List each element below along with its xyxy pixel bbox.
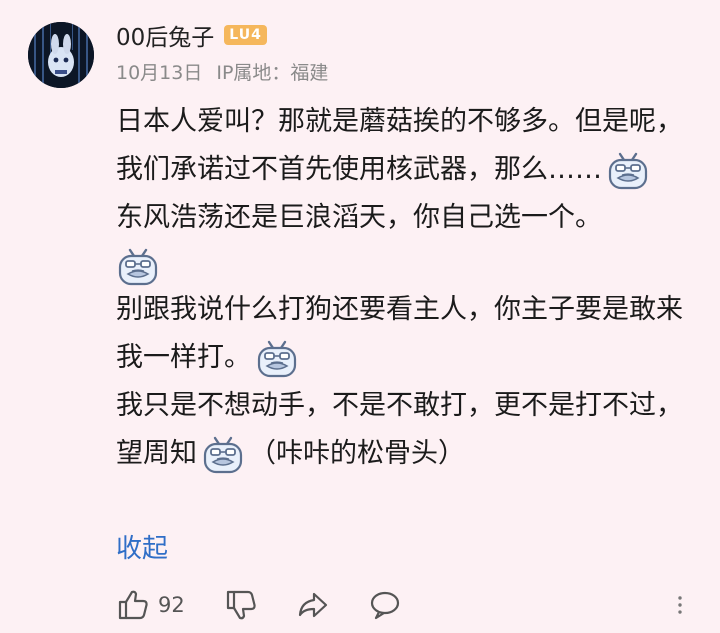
comment-date: 10月13日 bbox=[116, 62, 203, 84]
share-button[interactable] bbox=[296, 588, 330, 622]
level-badge: LU4 bbox=[224, 25, 267, 45]
like-count: 92 bbox=[158, 593, 185, 617]
avatar[interactable] bbox=[28, 22, 94, 88]
comment-text: 东风浩荡还是巨浪滔天，你自己选一个。 bbox=[116, 202, 602, 233]
comment-meta: 10月13日 IP属地：福建 bbox=[116, 58, 328, 85]
comment-text: 别跟我说什么打狗还要看主人，你主子要是敢来我一样打。 bbox=[116, 294, 683, 373]
like-button[interactable]: 92 bbox=[116, 588, 185, 622]
speech-bubble-icon bbox=[370, 591, 400, 620]
dislike-button[interactable] bbox=[224, 588, 258, 622]
tv-mascot-emoji bbox=[608, 152, 648, 189]
ip-location: IP属地：福建 bbox=[216, 62, 329, 84]
tv-mascot-emoji bbox=[203, 436, 243, 473]
comment-header: 00后兔子 LU4 bbox=[116, 18, 267, 52]
tv-mascot-emoji bbox=[118, 248, 158, 285]
comment-text: 日本人爱叫？那就是蘑菇挨的不够多。但是呢，我们承诺过不首先使用核武器，那么…… bbox=[116, 106, 683, 185]
share-arrow-icon bbox=[298, 592, 328, 618]
collapse-link[interactable]: 收起 bbox=[116, 528, 168, 565]
comment-paragraph: 别跟我说什么打狗还要看主人，你主子要是敢来我一样打。 bbox=[116, 286, 706, 382]
emoji-line bbox=[116, 242, 706, 286]
comment-paragraph: 日本人爱叫？那就是蘑菇挨的不够多。但是呢，我们承诺过不首先使用核武器，那么…… bbox=[116, 98, 706, 194]
reply-button[interactable] bbox=[368, 588, 402, 622]
comment-body: 日本人爱叫？那就是蘑菇挨的不够多。但是呢，我们承诺过不首先使用核武器，那么…… … bbox=[116, 98, 706, 478]
thumb-up-icon bbox=[118, 590, 148, 620]
comment-actions: 92 bbox=[116, 588, 696, 628]
tv-mascot-emoji bbox=[257, 340, 297, 377]
username[interactable]: 00后兔子 bbox=[116, 18, 214, 52]
comment-paragraph: 我只是不想动手，不是不敢打，更不是打不过，望周知 （咔咔的松骨头） bbox=[116, 382, 706, 478]
comment-text: （咔咔的松骨头） bbox=[249, 438, 465, 469]
more-vertical-icon bbox=[678, 596, 682, 614]
thumb-down-icon bbox=[226, 590, 256, 620]
comment-paragraph: 东风浩荡还是巨浪滔天，你自己选一个。 bbox=[116, 194, 706, 242]
more-options-button[interactable] bbox=[668, 588, 692, 622]
avatar-image bbox=[28, 22, 94, 88]
